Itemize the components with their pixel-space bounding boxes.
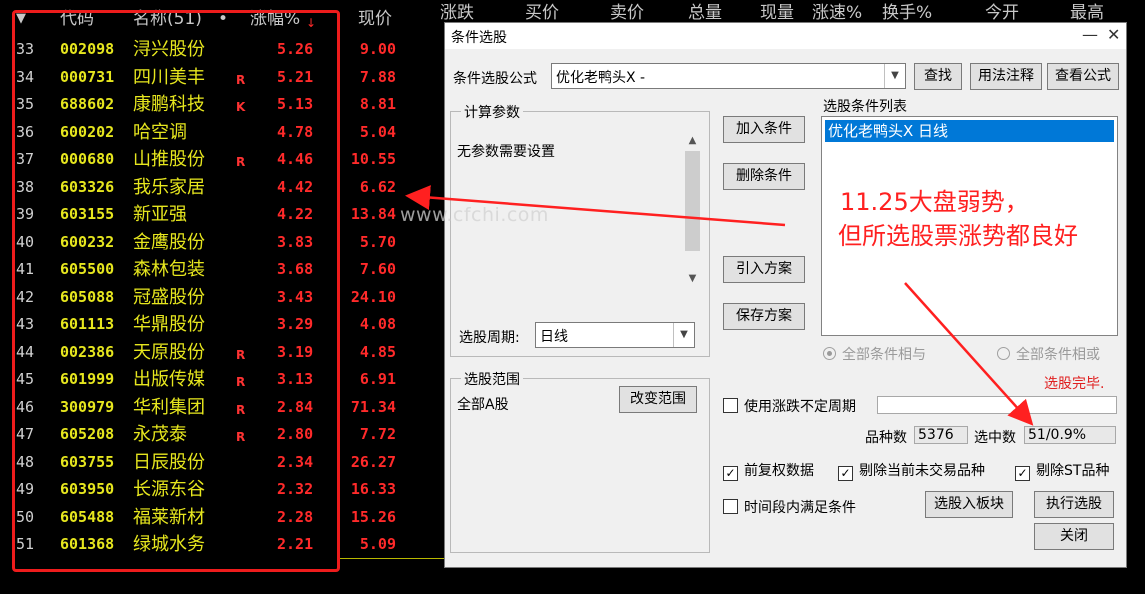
select-to-board-button[interactable]: 选股入板块 [925,491,1013,518]
radio-or[interactable]: 全部条件相或 [997,344,1100,364]
checkbox-icon[interactable]: ✓ [1015,466,1030,481]
header-price[interactable]: 现价 [358,6,392,32]
variable-period-label: 使用涨跌不定周期 [744,399,856,415]
current-price: 9.00 [359,40,396,58]
current-price: 16.33 [350,480,396,498]
close-button[interactable]: 关闭 [1034,523,1114,550]
current-price: 24.10 [350,287,396,306]
scope-value: 全部A股 [457,397,509,413]
run-select-button[interactable]: 执行选股 [1034,491,1114,518]
period-label: 选股周期: [459,330,520,346]
current-price: 7.72 [359,425,396,443]
period-satisfy-checkbox[interactable]: 时间段内满足条件 [723,497,856,517]
change-scope-button[interactable]: 改变范围 [619,386,697,413]
current-price: 4.85 [359,342,396,361]
remove-st-checkbox[interactable]: ✓ 剔除ST品种 [1015,460,1109,481]
condition-list-item[interactable]: 优化老鸭头X 日线 [825,120,1114,142]
usage-button[interactable]: 用法注释 [970,63,1042,90]
variable-period-input[interactable] [877,396,1117,414]
current-price: 10.55 [350,150,396,168]
current-price: 4.08 [359,315,396,333]
dialog-title: 条件选股 [451,30,507,46]
params-text: 无参数需要设置 [457,144,555,160]
scope-group-label: 选股范围 [461,369,523,389]
radio-icon[interactable] [997,347,1010,360]
period-value: 日线 [540,329,568,345]
chevron-down-icon[interactable]: ▼ [884,64,905,88]
checkbox-icon[interactable]: ✓ [838,466,853,481]
status-text: 选股完毕. [1044,376,1105,392]
selected-label: 选中数 [974,430,1016,446]
radio-and[interactable]: 全部条件相与 [823,344,926,364]
current-price: 15.26 [350,507,396,526]
current-price: 7.88 [359,67,396,86]
variable-period-checkbox[interactable]: 使用涨跌不定周期 [723,396,856,416]
selected-value: 51/0.9% [1024,426,1116,444]
formula-value: 优化老鸭头X - [556,70,646,86]
checkbox-icon[interactable]: ✓ [723,466,738,481]
radio-selected-icon[interactable] [823,347,836,360]
period-combo[interactable]: 日线 ▼ [535,322,695,348]
annotation-line-1: 11.25大盘弱势， [840,188,1029,216]
add-condition-button[interactable]: 加入条件 [723,116,805,143]
stage: ▼ 代码 名称(51) • 涨幅% ↓ 现价 涨跌 买价 卖价 总量 现量 涨速… [0,0,1145,594]
find-button[interactable]: 查找 [914,63,962,90]
remove-st-label: 剔除ST品种 [1036,463,1110,479]
delete-condition-button[interactable]: 删除条件 [723,163,805,190]
watermark: www.cfchi.com [400,204,549,226]
minimize-icon[interactable]: — [1082,25,1098,44]
condition-select-dialog: 条件选股 — ✕ 条件选股公式 优化老鸭头X - ▼ 查找 用法注释 查看公式 … [444,22,1127,568]
radio-and-label: 全部条件相与 [842,347,926,363]
radio-or-label: 全部条件相或 [1016,347,1100,363]
checkbox-icon[interactable] [723,398,738,413]
remove-untraded-checkbox[interactable]: ✓ 剔除当前未交易品种 [838,460,985,481]
current-price: 6.91 [359,370,396,388]
close-icon[interactable]: ✕ [1107,25,1120,44]
pre-adjust-checkbox[interactable]: ✓ 前复权数据 [723,460,814,481]
count-label: 品种数 [865,430,907,446]
dialog-titlebar[interactable]: 条件选股 — ✕ [445,23,1126,49]
params-scrollbar[interactable]: ▲ ▼ [684,133,701,289]
formula-label: 条件选股公式 [453,71,537,87]
import-plan-button[interactable]: 引入方案 [723,256,805,283]
period-satisfy-label: 时间段内满足条件 [744,500,856,516]
chevron-down-icon[interactable]: ▼ [673,323,694,347]
pre-adjust-label: 前复权数据 [744,463,814,479]
current-price: 6.62 [359,177,396,196]
scroll-thumb[interactable] [685,151,700,251]
scroll-down-icon[interactable]: ▼ [684,273,701,284]
checkbox-icon[interactable] [723,499,738,514]
current-price: 5.09 [359,535,396,553]
remove-untraded-label: 剔除当前未交易品种 [859,463,985,479]
formula-combo[interactable]: 优化老鸭头X - ▼ [551,63,906,89]
save-plan-button[interactable]: 保存方案 [723,303,805,330]
current-price: 5.70 [359,232,396,251]
table-divider [340,558,445,559]
view-formula-button[interactable]: 查看公式 [1047,63,1119,90]
current-price: 26.27 [350,452,396,471]
current-price: 71.34 [350,397,396,416]
condition-list-label: 选股条件列表 [823,99,907,115]
current-price: 5.04 [359,122,396,141]
current-price: 13.84 [350,205,396,223]
count-value: 5376 [914,426,968,444]
highlight-box [12,10,340,572]
current-price: 8.81 [359,95,396,113]
params-group-label: 计算参数 [461,102,523,122]
scroll-up-icon[interactable]: ▲ [684,135,701,146]
current-price: 7.60 [359,260,396,278]
annotation-line-2: 但所选股票涨势都良好 [838,222,1078,250]
